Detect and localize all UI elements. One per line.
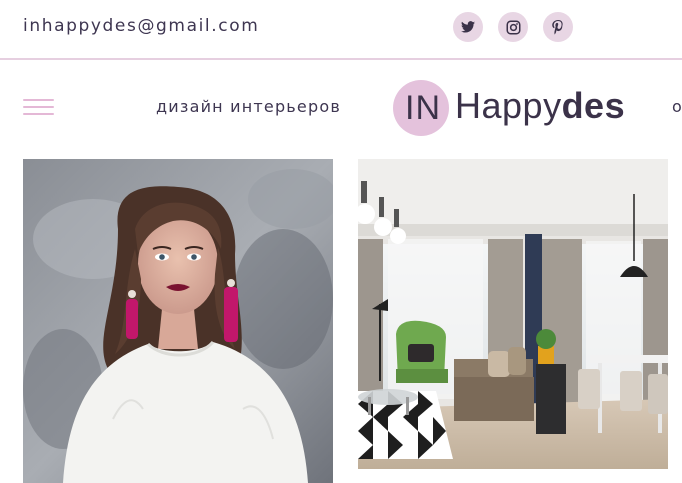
twitter-link[interactable] xyxy=(453,12,483,42)
top-bar: inhappydes@gmail.com xyxy=(0,0,682,59)
portrait-photo xyxy=(23,159,333,483)
pinterest-icon xyxy=(552,19,563,34)
gallery-card-living-room[interactable] xyxy=(358,159,668,469)
contact-email[interactable]: inhappydes@gmail.com xyxy=(23,16,259,36)
living-room-photo xyxy=(358,159,668,469)
menu-icon[interactable] xyxy=(23,99,54,115)
logo-wordmark: Happydes xyxy=(455,85,625,127)
nav-item-about[interactable]: о xyxy=(672,97,682,116)
twitter-icon xyxy=(461,21,475,33)
instagram-link[interactable] xyxy=(498,12,528,42)
gallery-card-portrait[interactable] xyxy=(23,159,333,483)
header-divider xyxy=(0,58,682,60)
logo-prefix: IN xyxy=(405,88,441,127)
logo-circle: IN xyxy=(393,80,449,136)
logo-word-main: Happy xyxy=(455,85,562,126)
instagram-icon xyxy=(506,20,520,34)
nav-item-interior-design[interactable]: дизайн интерьеров xyxy=(156,97,341,116)
logo-word-bold: des xyxy=(561,85,626,126)
pinterest-link[interactable] xyxy=(543,12,573,42)
